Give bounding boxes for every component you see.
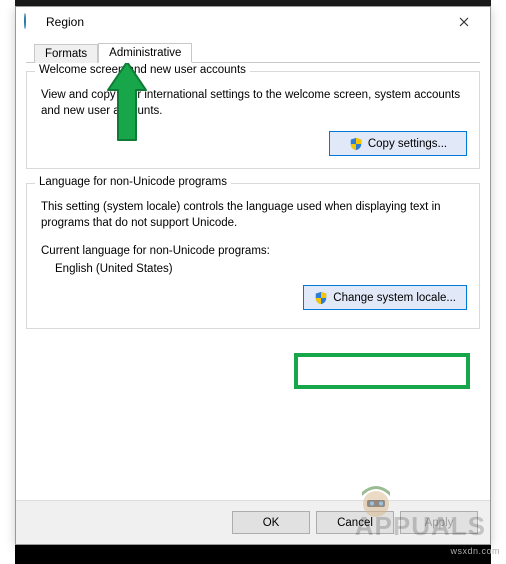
apply-button: Apply [400, 511, 478, 534]
annotation-highlight-change-locale [294, 353, 470, 389]
title-bar: Region [16, 7, 490, 37]
group-non-unicode: Language for non-Unicode programs This s… [26, 183, 480, 329]
close-button[interactable] [444, 8, 484, 36]
tab-formats[interactable]: Formats [34, 44, 98, 63]
group-non-unicode-legend: Language for non-Unicode programs [35, 176, 231, 188]
current-locale-value: English (United States) [37, 263, 469, 275]
current-locale-label: Current language for non-Unicode program… [37, 245, 469, 257]
region-dialog: Region Formats Administrative Welcome sc… [15, 6, 491, 545]
dialog-button-row: OK Cancel Apply [16, 500, 490, 544]
group-non-unicode-body: This setting (system locale) controls th… [37, 198, 469, 233]
copy-settings-label: Copy settings... [368, 138, 447, 150]
change-system-locale-button[interactable]: Change system locale... [303, 285, 467, 310]
dialog-title: Region [46, 15, 444, 29]
group-welcome-screen: Welcome screen and new user accounts Vie… [26, 71, 480, 169]
watermark-host: wsxdn.com [450, 546, 500, 556]
tab-administrative[interactable]: Administrative [98, 43, 192, 63]
region-globe-icon [24, 14, 40, 30]
group-welcome-body: View and copy your international setting… [37, 86, 469, 121]
tab-strip: Formats Administrative [26, 41, 480, 63]
change-system-locale-label: Change system locale... [333, 292, 456, 304]
group-welcome-legend: Welcome screen and new user accounts [35, 64, 250, 76]
uac-shield-icon [314, 291, 328, 305]
uac-shield-icon [349, 137, 363, 151]
ok-button[interactable]: OK [232, 511, 310, 534]
close-icon [459, 17, 469, 27]
cancel-button[interactable]: Cancel [316, 511, 394, 534]
tab-panel-administrative: Welcome screen and new user accounts Vie… [16, 63, 490, 500]
copy-settings-button[interactable]: Copy settings... [329, 131, 467, 156]
